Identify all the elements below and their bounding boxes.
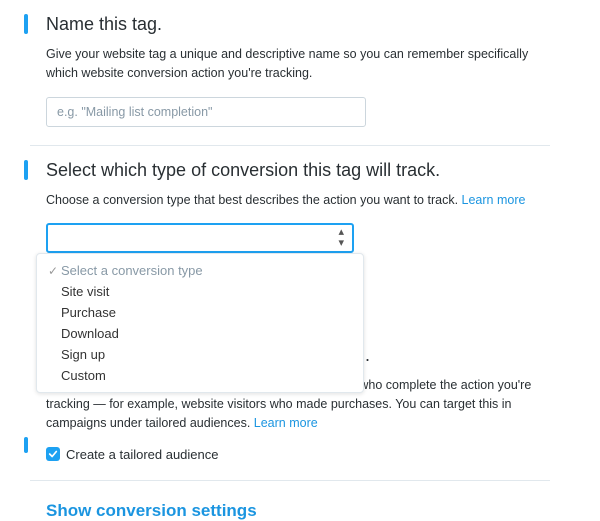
- conversion-type-heading: Select which type of conversion this tag…: [46, 160, 550, 181]
- conversion-type-dropdown: ✓ Select a conversion type Site visit Pu…: [36, 253, 364, 393]
- tag-name-input[interactable]: [46, 97, 366, 127]
- check-icon: [48, 449, 58, 459]
- dropdown-option-placeholder[interactable]: ✓ Select a conversion type: [37, 260, 363, 281]
- dropdown-option-label: Custom: [61, 368, 106, 383]
- dropdown-option-custom[interactable]: Custom: [37, 365, 363, 386]
- dropdown-option-label: Sign up: [61, 347, 105, 362]
- accent-bar: [24, 437, 28, 453]
- dropdown-option-label: Site visit: [61, 284, 109, 299]
- name-tag-section: Name this tag. Give your website tag a u…: [30, 0, 550, 146]
- accent-bar: [24, 160, 28, 180]
- conversion-type-description: Choose a conversion type that best descr…: [46, 191, 550, 210]
- dropdown-option-download[interactable]: Download: [37, 323, 363, 344]
- show-settings-section: Show conversion settings: [30, 481, 550, 521]
- create-audience-label: Create a tailored audience: [66, 447, 219, 462]
- conversion-type-select[interactable]: ▴▾: [46, 223, 354, 253]
- dropdown-option-label: Purchase: [61, 305, 116, 320]
- stepper-icon: ▴▾: [338, 227, 344, 249]
- conversion-type-desc-text: Choose a conversion type that best descr…: [46, 193, 462, 207]
- show-conversion-settings-toggle[interactable]: Show conversion settings: [46, 495, 550, 521]
- learn-more-link[interactable]: Learn more: [254, 416, 318, 430]
- dropdown-option-label: Download: [61, 326, 119, 341]
- learn-more-link[interactable]: Learn more: [462, 193, 526, 207]
- checkmark-icon: ✓: [45, 264, 61, 278]
- create-audience-checkbox[interactable]: [46, 447, 60, 461]
- dropdown-option-purchase[interactable]: Purchase: [37, 302, 363, 323]
- name-tag-heading: Name this tag.: [46, 14, 550, 35]
- accent-bar: [24, 14, 28, 34]
- dropdown-option-site-visit[interactable]: Site visit: [37, 281, 363, 302]
- name-tag-description: Give your website tag a unique and descr…: [46, 45, 550, 83]
- dropdown-option-label: Select a conversion type: [61, 263, 203, 278]
- conversion-type-section: Select which type of conversion this tag…: [30, 146, 550, 272]
- dropdown-option-sign-up[interactable]: Sign up: [37, 344, 363, 365]
